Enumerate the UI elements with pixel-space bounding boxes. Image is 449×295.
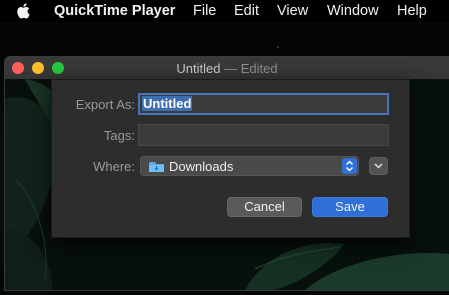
menu-bar: QuickTime Player File Edit View Window H… (0, 0, 449, 22)
tags-field[interactable] (138, 124, 389, 146)
where-value: Downloads (169, 159, 234, 174)
export-as-label: Export As: (75, 97, 135, 112)
export-sheet: Export As: Untitled Tags: Where: Downloa… (51, 79, 410, 238)
downloads-folder-icon (149, 162, 164, 172)
expand-dialog-button[interactable] (369, 157, 388, 175)
where-popup[interactable]: Downloads (140, 156, 359, 176)
apple-menu-icon[interactable] (15, 2, 33, 20)
window-title: Untitled — Edited (5, 61, 449, 76)
where-label: Where: (93, 159, 135, 174)
window-titlebar[interactable]: Untitled — Edited (5, 57, 449, 80)
chevron-down-icon (374, 163, 383, 169)
menu-window[interactable]: Window (327, 3, 379, 19)
export-as-value: Untitled (142, 96, 193, 111)
cancel-button[interactable]: Cancel (227, 197, 302, 217)
export-as-field[interactable]: Untitled (138, 93, 389, 115)
tags-label: Tags: (103, 128, 135, 143)
save-button[interactable]: Save (312, 197, 388, 217)
window-title-name: Untitled (176, 61, 221, 76)
popup-stepper-icon (342, 158, 357, 174)
menu-view[interactable]: View (277, 3, 308, 19)
menu-help[interactable]: Help (397, 3, 427, 19)
window-title-status: — Edited (220, 61, 278, 76)
menu-edit[interactable]: Edit (234, 3, 259, 19)
menu-app-name[interactable]: QuickTime Player (54, 3, 175, 19)
menu-file[interactable]: File (193, 3, 216, 19)
